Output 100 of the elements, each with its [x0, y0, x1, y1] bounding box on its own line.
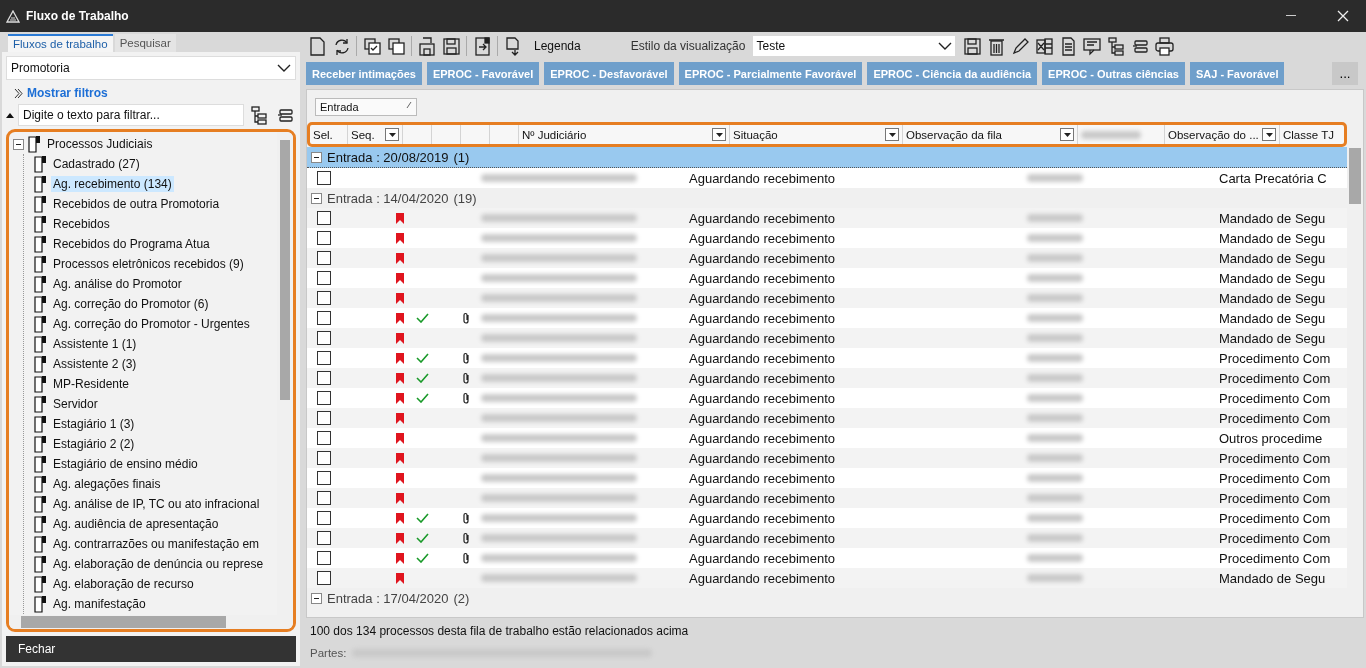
tree-item[interactable]: Assistente 1 (1)	[51, 336, 139, 352]
spreadsheet-icon[interactable]	[1033, 35, 1056, 57]
tree-item[interactable]: Ag. audiência de apresentação	[51, 516, 221, 532]
save-icon[interactable]	[440, 35, 462, 57]
filter-dropdown-icon[interactable]	[1060, 128, 1074, 141]
tree-item[interactable]: Assistente 2 (3)	[51, 356, 139, 372]
view-style-dropdown[interactable]: Teste	[753, 36, 956, 56]
copy-icon[interactable]	[385, 35, 407, 57]
tree-item[interactable]: Ag. recebimento (134)	[51, 176, 174, 192]
checked-copy-icon[interactable]	[361, 35, 383, 57]
column-header[interactable]: Situação	[733, 128, 778, 141]
tree-item[interactable]: Ag. elaboração de recurso	[51, 576, 196, 592]
show-filters-link[interactable]: Mostrar filtros	[27, 86, 108, 100]
document-icon	[34, 475, 47, 493]
tree-item[interactable]: Processos eletrônicos recebidos (9)	[51, 256, 246, 272]
class-cell: Procedimento Com	[1219, 510, 1331, 526]
row-checkbox[interactable]	[317, 431, 331, 445]
chevron-down-icon[interactable]	[938, 42, 953, 50]
blurred-text	[1027, 274, 1083, 282]
row-checkbox[interactable]	[317, 271, 331, 285]
row-checkbox[interactable]	[317, 491, 331, 505]
filter-dropdown-icon[interactable]	[712, 128, 726, 141]
sidebar-tab[interactable]: Pesquisar	[114, 34, 176, 52]
sidebar-tab[interactable]: Fluxos de trabalho	[8, 34, 113, 52]
group-header[interactable]: Entrada : 14/04/2020	[327, 190, 449, 206]
filter-dropdown-icon[interactable]	[385, 128, 399, 141]
row-checkbox[interactable]	[317, 571, 331, 585]
blurred-text	[1027, 334, 1083, 342]
sort-icon[interactable]	[406, 101, 412, 109]
tree-item[interactable]: Estagiário de ensino médio	[51, 456, 200, 472]
blurred-text	[1027, 214, 1083, 222]
row-checkbox[interactable]	[317, 451, 331, 465]
row-checkbox[interactable]	[317, 531, 331, 545]
workflow-dropdown[interactable]: Promotoria	[6, 56, 296, 80]
tree-item[interactable]: Recebidos do Programa Atua	[51, 236, 212, 252]
save-document-icon[interactable]	[416, 35, 438, 57]
tree-item[interactable]: MP-Residente	[51, 376, 132, 392]
collapse-toggle[interactable]	[13, 138, 24, 150]
row-checkbox[interactable]	[317, 231, 331, 245]
row-checkbox[interactable]	[317, 351, 331, 365]
column-header[interactable]: Nº Judiciário	[522, 128, 587, 141]
group-by-chip[interactable]: Entrada	[315, 98, 417, 116]
filter-input[interactable]: Digite o texto para filtrar...	[18, 104, 244, 126]
row-checkbox[interactable]	[317, 471, 331, 485]
tree-item[interactable]: Processos Judiciais	[45, 136, 155, 152]
status-cell: Aguardando recebimento	[689, 330, 835, 346]
collapse-toggle[interactable]	[311, 151, 322, 163]
tree-item[interactable]: Cadastrado (27)	[51, 156, 142, 172]
status-cell: Aguardando recebimento	[689, 570, 835, 586]
row-checkbox[interactable]	[317, 171, 331, 185]
horizontal-scrollbar[interactable]	[9, 615, 293, 629]
row-checkbox[interactable]	[317, 411, 331, 425]
tree-item[interactable]: Ag. manifestação	[51, 596, 148, 612]
window-title: Fluxo de Trabalho	[26, 9, 130, 23]
row-checkbox[interactable]	[317, 551, 331, 565]
row-checkbox[interactable]	[317, 211, 331, 225]
column-header[interactable]: Observação da fila	[906, 128, 1002, 141]
row-checkbox[interactable]	[317, 371, 331, 385]
tree-item[interactable]: Ag. correção do Promotor (6)	[51, 296, 211, 312]
row-checkbox[interactable]	[317, 311, 331, 325]
tree-item[interactable]: Recebidos	[51, 216, 112, 232]
group-header[interactable]: Entrada : 17/04/2020	[327, 590, 449, 606]
legend-label[interactable]: Legenda	[534, 39, 581, 53]
column-header[interactable]: Sel.	[313, 128, 333, 141]
tree-item[interactable]: Recebidos de outra Promotoria	[51, 196, 222, 212]
group-count: (1)	[453, 149, 470, 165]
hierarchy-icon[interactable]	[248, 104, 270, 126]
document-icon	[34, 355, 47, 373]
status-cell: Aguardando recebimento	[689, 530, 835, 546]
row-checkbox[interactable]	[317, 251, 331, 265]
column-header[interactable]: Seq.	[351, 128, 375, 141]
group-header[interactable]: Entrada : 20/08/2019	[327, 149, 449, 165]
chevron-down-icon[interactable]	[277, 64, 291, 72]
status-cell: Aguardando recebimento	[689, 170, 835, 186]
filter-dropdown-icon[interactable]	[885, 128, 899, 141]
row-checkbox[interactable]	[317, 331, 331, 345]
column-header[interactable]: Classe TJ	[1283, 128, 1334, 141]
tree-item[interactable]: Servidor	[51, 396, 100, 412]
tree-item[interactable]: Ag. correção do Promotor - Urgentes	[51, 316, 252, 332]
tree-item[interactable]: Estagiário 1 (3)	[51, 416, 137, 432]
tree-item[interactable]: Estagiário 2 (2)	[51, 436, 137, 452]
close-button[interactable]: Fechar	[6, 636, 296, 662]
tree-item[interactable]: Ag. análise do Promotor	[51, 276, 184, 292]
row-checkbox[interactable]	[317, 391, 331, 405]
filter-dropdown-icon[interactable]	[1262, 128, 1276, 141]
row-checkbox[interactable]	[317, 511, 331, 525]
tree-item[interactable]: Ag. análise de IP, TC ou ato infracional	[51, 496, 262, 512]
collapse-toggle[interactable]	[311, 192, 322, 204]
tree-item[interactable]: Ag. elaboração de denúncia ou represe	[51, 556, 266, 572]
tree-item[interactable]: Ag. alegações finais	[51, 476, 163, 492]
status-cell: Aguardando recebimento	[689, 290, 835, 306]
save-icon[interactable]	[961, 35, 984, 57]
print-icon[interactable]	[1153, 35, 1176, 57]
comment-icon[interactable]	[1081, 35, 1104, 57]
more-button[interactable]: ...	[1332, 62, 1358, 85]
class-cell: Procedimento Com	[1219, 390, 1331, 406]
collapse-toggle[interactable]	[311, 592, 322, 604]
row-checkbox[interactable]	[317, 291, 331, 305]
tree-item[interactable]: Ag. contrarrazões ou manifestação em	[51, 536, 262, 552]
column-header[interactable]: Observação do ...	[1168, 128, 1259, 141]
